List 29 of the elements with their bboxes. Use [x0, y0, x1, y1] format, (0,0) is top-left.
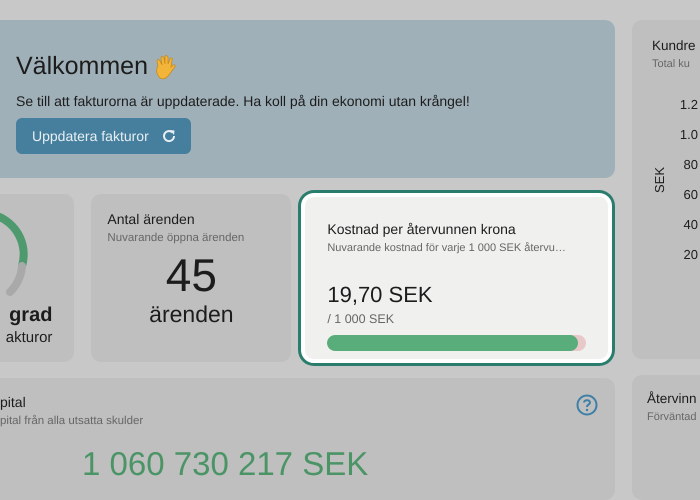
tick-label: 60 — [684, 186, 698, 204]
tick-label: 40 — [684, 216, 698, 234]
tick-label: 1.0 — [680, 126, 698, 144]
gauge-subtitle: akturor — [4, 329, 52, 346]
refresh-icon — [160, 128, 177, 144]
cases-count: 45 — [164, 250, 218, 301]
card-title: Återvinn — [647, 390, 698, 406]
card-subtitle: Förväntad — [647, 410, 698, 423]
axis-label: SEK — [652, 166, 667, 193]
tick-label: 1.2 — [680, 96, 698, 114]
gauge-title: grad — [8, 304, 52, 328]
welcome-title: Välkommen — [16, 52, 148, 81]
update-invoices-button[interactable]: Uppdatera fakturor — [16, 118, 191, 154]
capital-amount: 1 060 730 217 SEK — [82, 445, 370, 484]
card-title: Kostnad per återvunnen krona — [327, 221, 517, 238]
tick-label: 20 — [684, 246, 698, 264]
cost-value: 19,70 SEK — [327, 282, 434, 308]
card-subtitle: Nuvarande kostnad för varje 1 000 SEK återvu… — [327, 242, 567, 254]
help-icon[interactable] — [576, 394, 598, 416]
welcome-text: Se till att fakturorna är uppdaterade. Ha koll på din ekonomi utan krångel! — [16, 93, 471, 109]
tick-label: 80 — [684, 156, 698, 174]
card-title: Antal ärenden — [107, 211, 196, 228]
card-title: Kundre — [652, 38, 697, 53]
card-subtitle: Nuvarande öppna ärenden — [107, 232, 246, 244]
card-subtitle: Total ku — [652, 58, 691, 70]
cases-unit: ärenden — [148, 300, 235, 328]
card-title: pital — [0, 394, 27, 410]
cost-unit: / 1 000 SEK — [327, 312, 396, 326]
card-subtitle: pital från alla utsatta skulder — [0, 415, 144, 428]
